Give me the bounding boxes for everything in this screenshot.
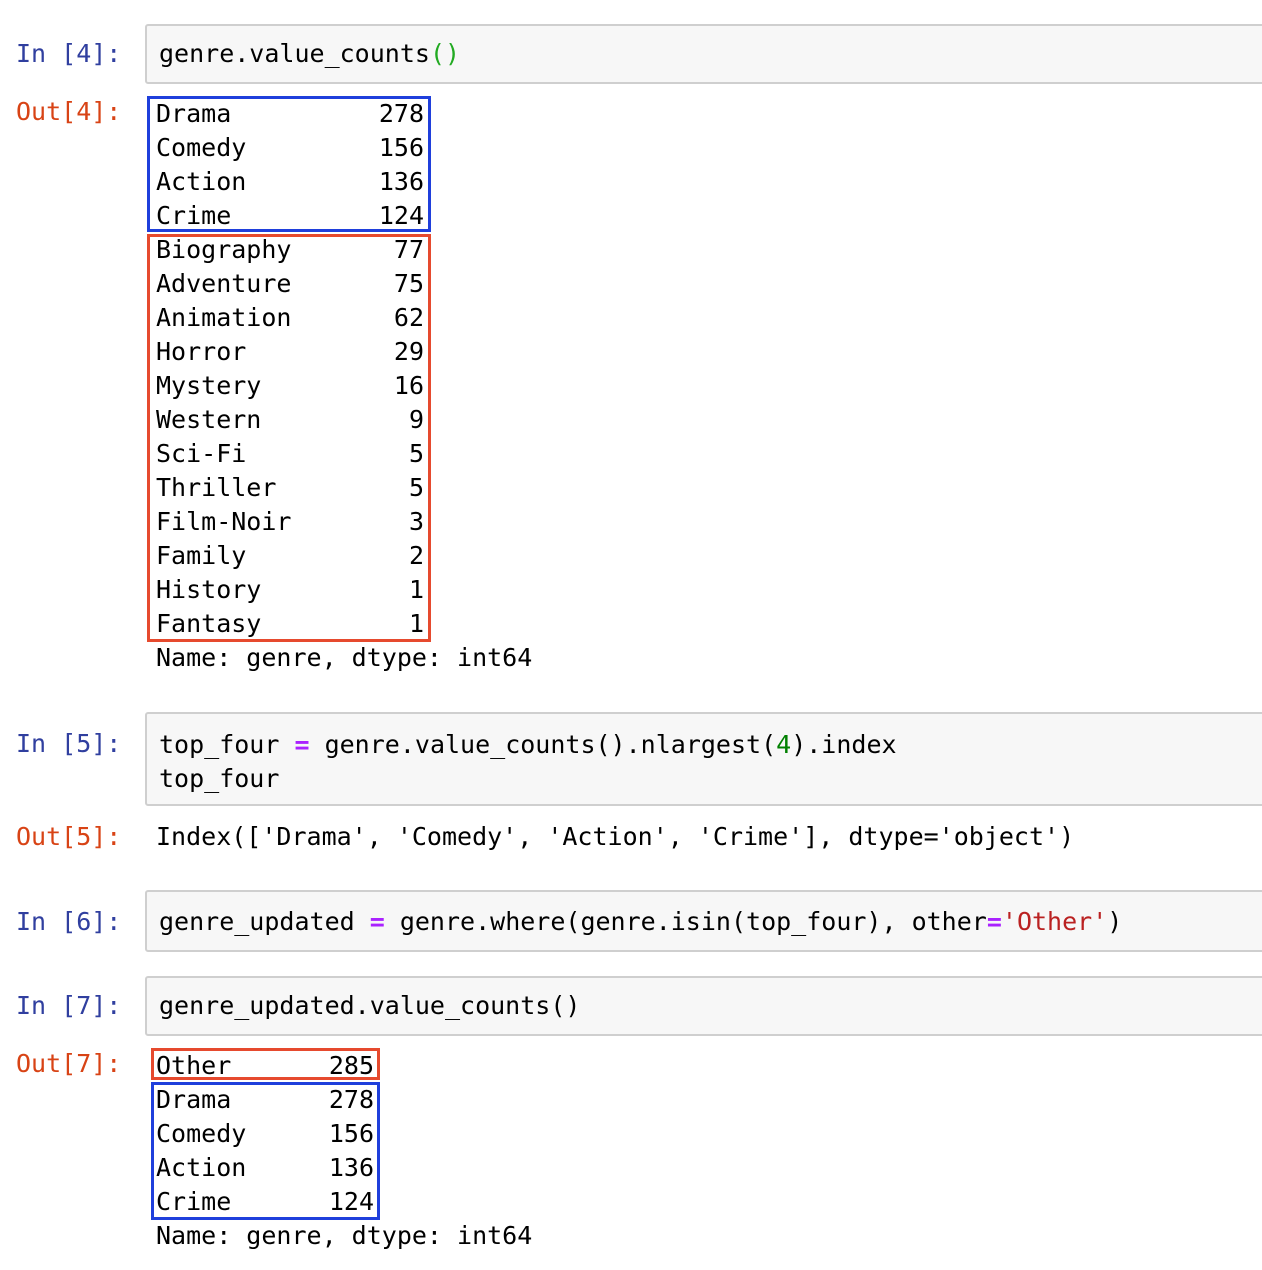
code-line-5-1: top_four = genre.value_counts().nlargest… (159, 730, 897, 759)
code-line-6: genre_updated = genre.where(genre.isin(t… (159, 907, 1123, 936)
out-prompt-4: Out[4]: (16, 97, 122, 126)
output-footer-7: Name: genre, dtype: int64 (156, 1221, 533, 1250)
code-line-5-2: top_four (159, 764, 280, 793)
code-cell-5[interactable]: top_four = genre.value_counts().nlargest… (145, 712, 1262, 806)
code-line-4: genre.value_counts() (159, 39, 461, 68)
in-prompt-7: In [7]: (16, 991, 122, 1020)
in-prompt-5: In [5]: (16, 729, 122, 758)
out-prompt-7: Out[7]: (16, 1049, 122, 1078)
code-line-7: genre_updated.value_counts() (159, 991, 581, 1020)
code-cell-7[interactable]: genre_updated.value_counts() (145, 976, 1262, 1036)
output-5: Index(['Drama', 'Comedy', 'Action', 'Cri… (156, 822, 1075, 851)
highlight-box-others (147, 234, 431, 642)
out-prompt-5: Out[5]: (16, 822, 122, 851)
in-prompt-6: In [6]: (16, 907, 122, 936)
code-cell-4[interactable]: genre.value_counts() (145, 24, 1262, 84)
highlight-box-top-four (147, 96, 431, 232)
output-footer-4: Name: genre, dtype: int64 (156, 643, 533, 672)
code-cell-6[interactable]: genre_updated = genre.where(genre.isin(t… (145, 890, 1262, 952)
highlight-box-top-four-updated (151, 1082, 380, 1220)
in-prompt-4: In [4]: (16, 39, 122, 68)
highlight-box-other (151, 1048, 380, 1080)
